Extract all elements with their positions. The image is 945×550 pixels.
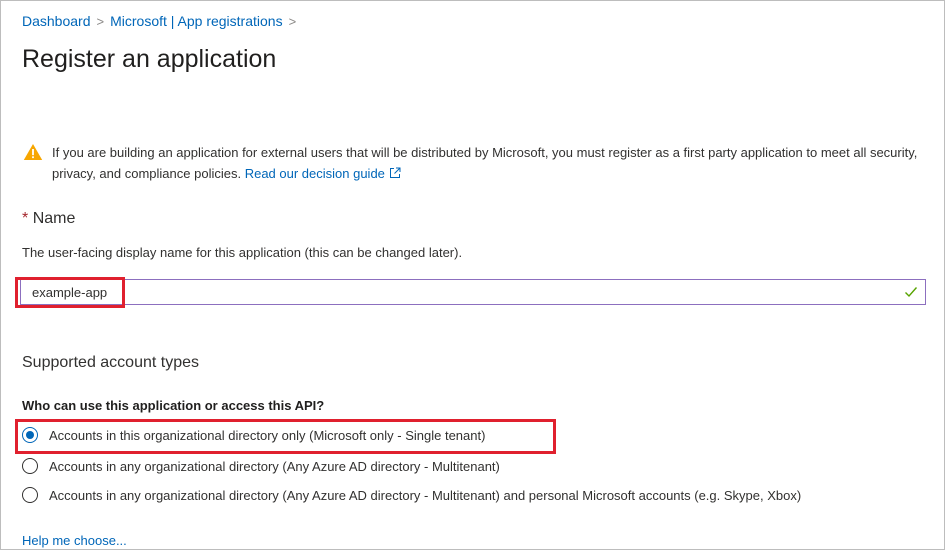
radio-button[interactable] — [22, 487, 38, 503]
account-types-question: Who can use this application or access t… — [22, 398, 325, 413]
name-label: * Name — [22, 210, 75, 228]
breadcrumb: Dashboard > Microsoft | App registration… — [22, 13, 302, 29]
help-me-choose-link[interactable]: Help me choose... — [22, 533, 127, 548]
radio-multitenant-personal[interactable]: Accounts in any organizational directory… — [22, 487, 801, 503]
radio-button[interactable] — [22, 458, 38, 474]
breadcrumb-separator: > — [96, 13, 105, 29]
radio-label-single-tenant: Accounts in this organizational director… — [49, 427, 486, 443]
app-registration-page: Dashboard > Microsoft | App registration… — [0, 0, 945, 550]
radio-multitenant[interactable]: Accounts in any organizational directory… — [22, 458, 500, 474]
radio-label-multitenant: Accounts in any organizational directory… — [49, 458, 500, 474]
name-field — [20, 279, 926, 305]
warning-text: If you are building an application for e… — [52, 145, 918, 181]
name-label-text: Name — [32, 210, 76, 227]
breadcrumb-app-registrations[interactable]: Microsoft | App registrations — [110, 13, 282, 29]
name-input[interactable] — [21, 280, 892, 304]
required-marker: * — [22, 210, 29, 227]
name-description: The user-facing display name for this ap… — [22, 245, 463, 260]
page-title: Register an application — [22, 45, 277, 73]
radio-label-multitenant-personal: Accounts in any organizational directory… — [49, 487, 802, 503]
decision-guide-link-label: Read our decision guide — [244, 166, 385, 181]
checkmark-icon — [905, 287, 918, 298]
external-link-icon — [389, 167, 401, 178]
radio-button-selected[interactable] — [22, 427, 38, 443]
breadcrumb-separator: > — [288, 13, 297, 29]
breadcrumb-dashboard[interactable]: Dashboard — [22, 13, 91, 29]
decision-guide-link[interactable]: Read our decision guide — [245, 166, 401, 181]
radio-single-tenant[interactable]: Accounts in this organizational director… — [22, 427, 485, 443]
supported-account-types-title: Supported account types — [22, 354, 200, 371]
warning-text-block: If you are building an application for e… — [52, 142, 928, 184]
warning-icon — [23, 144, 43, 160]
warning-banner: If you are building an application for e… — [23, 142, 928, 184]
